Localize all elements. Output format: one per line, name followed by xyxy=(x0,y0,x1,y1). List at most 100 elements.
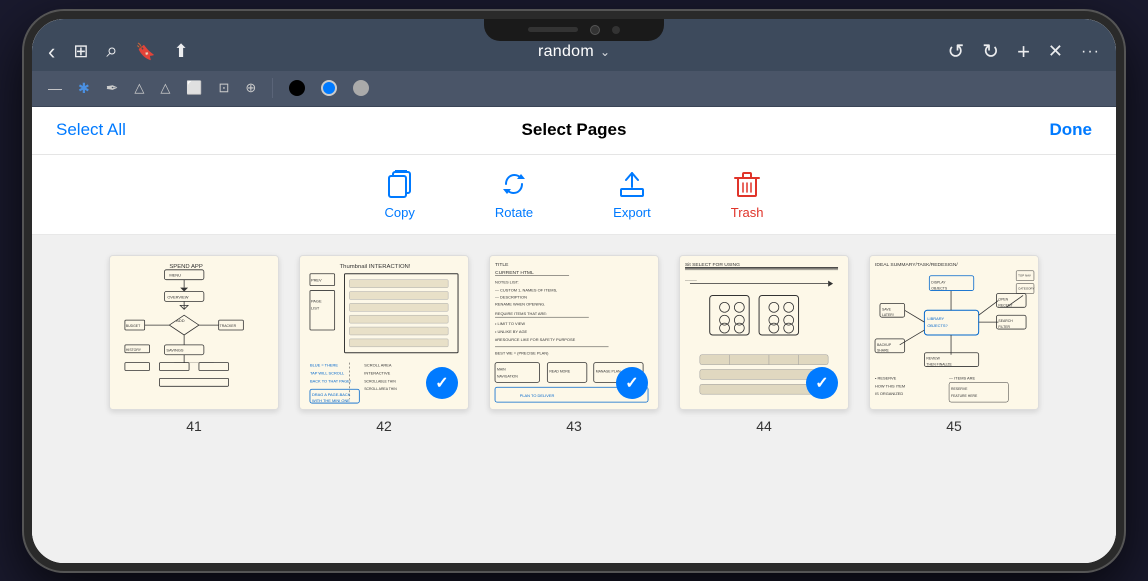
svg-text:TAP WILL SCROLL: TAP WILL SCROLL xyxy=(310,370,345,375)
copy-icon xyxy=(385,169,415,199)
page-thumbnail-42[interactable]: Thumbnail INTERACTION! PREV PAGE LIST xyxy=(299,255,469,410)
page-thumbnail-41[interactable]: SPEND APP xyxy=(109,255,279,410)
close-button[interactable]: ✕ xyxy=(1048,41,1063,62)
page-selected-43: ✓ xyxy=(616,367,648,399)
svg-text:INTERACTIVE: INTERACTIVE xyxy=(364,370,390,375)
svg-text:MENU: MENU xyxy=(169,272,181,277)
highlight-tool[interactable]: △ xyxy=(134,80,144,96)
svg-text:CURRENT HTML: CURRENT HTML xyxy=(495,269,534,275)
back-button[interactable]: ‹ xyxy=(48,39,55,65)
page-thumbnail-44[interactable]: Sit SELECT FOR USING ——— xyxy=(679,255,849,410)
svg-text:DRAG A PAGE-BACK: DRAG A PAGE-BACK xyxy=(312,392,351,397)
svg-text:BACKUP: BACKUP xyxy=(877,342,892,346)
page-selected-44: ✓ xyxy=(806,367,838,399)
svg-text:— CUSTOM 1, NAMES OF ITEMS,: — CUSTOM 1, NAMES OF ITEMS, xyxy=(495,287,557,292)
notch-indicator xyxy=(612,26,620,34)
undo-button[interactable]: ↺ xyxy=(948,39,965,64)
svg-text:TOP NAV: TOP NAV xyxy=(1018,273,1031,277)
page-number-41: 41 xyxy=(186,418,202,434)
shape-tool[interactable]: △ xyxy=(160,80,170,96)
done-button[interactable]: Done xyxy=(1050,120,1093,140)
separator xyxy=(272,78,273,98)
notebook-title: random xyxy=(538,43,594,61)
top-bar-center: random ⌄ xyxy=(538,43,610,61)
lasso-tool[interactable]: ⊕ xyxy=(245,80,256,96)
trash-label: Trash xyxy=(731,205,764,220)
rect-tool[interactable]: ⬜ xyxy=(186,80,202,96)
rotate-label: Rotate xyxy=(495,205,533,220)
page-sketch-41: SPEND APP xyxy=(110,256,278,409)
svg-text:DISPLAY: DISPLAY xyxy=(931,280,946,284)
svg-text:SPEND APP: SPEND APP xyxy=(169,263,203,269)
page-item-43[interactable]: TITLE CURRENT HTML NOTES LIST: — CUSTOM … xyxy=(489,255,659,434)
svg-text:Sit SELECT FOR USING: Sit SELECT FOR USING xyxy=(685,261,740,267)
action-toolbar: Copy Rotate Export xyxy=(32,155,1116,235)
redo-button[interactable]: ↻ xyxy=(982,39,999,64)
page-thumbnail-43[interactable]: TITLE CURRENT HTML NOTES LIST: — CUSTOM … xyxy=(489,255,659,410)
svg-text:HOW THIS ITEM: HOW THIS ITEM xyxy=(875,383,905,388)
svg-text:BUDGET: BUDGET xyxy=(126,324,141,328)
rotate-action[interactable]: Rotate xyxy=(495,169,533,220)
select-all-button[interactable]: Select All xyxy=(56,120,126,140)
color-gray[interactable] xyxy=(353,80,369,96)
add-page-button[interactable]: + xyxy=(1017,39,1030,65)
notch-camera xyxy=(590,25,600,35)
svg-text:RENAME WHEN OPENING.: RENAME WHEN OPENING. xyxy=(495,301,545,306)
svg-text:SCROLL AREA THIN: SCROLL AREA THIN xyxy=(364,387,397,391)
share-button[interactable]: ⬆ xyxy=(174,41,189,62)
svg-text:MAIN: MAIN xyxy=(497,367,506,371)
grid-view-button[interactable]: ⊞ xyxy=(73,41,88,62)
svg-text:— DESCRIPTION: — DESCRIPTION xyxy=(495,294,527,299)
page-item-44[interactable]: Sit SELECT FOR USING ——— xyxy=(679,255,849,434)
svg-text:WITH THE MINI ONE: WITH THE MINI ONE xyxy=(312,398,350,403)
svg-text:SCROLLABLE THIN: SCROLLABLE THIN xyxy=(364,379,396,383)
page-number-45: 45 xyxy=(946,418,962,434)
svg-text:IDEAL SUMMARY/TASK/REDESIGN/: IDEAL SUMMARY/TASK/REDESIGN/ xyxy=(875,261,958,267)
pen-tool[interactable]: ✒ xyxy=(106,79,119,97)
drawing-toolbar: — ✱ ✒ △ △ ⬜ ⊡ ⊕ xyxy=(32,71,1116,107)
notch-speaker xyxy=(528,27,578,32)
svg-text:BEST WE = (PRECISE PLAN): BEST WE = (PRECISE PLAN) xyxy=(495,350,549,355)
eraser-tool[interactable]: — xyxy=(48,80,62,96)
export-label: Export xyxy=(613,205,651,220)
rotate-icon xyxy=(499,169,529,199)
pages-grid: SPEND APP xyxy=(32,235,1116,563)
trash-icon xyxy=(732,169,762,199)
page-selected-42: ✓ xyxy=(426,367,458,399)
search-button[interactable]: ⌕ xyxy=(106,40,117,63)
svg-text:OBJECTS: OBJECTS xyxy=(931,286,948,290)
copy-label: Copy xyxy=(385,205,415,220)
svg-text:MANAGE PLAN: MANAGE PLAN xyxy=(596,369,621,373)
page-thumbnail-45[interactable]: IDEAL SUMMARY/TASK/REDESIGN/ LIBRARY OBJ… xyxy=(869,255,1039,410)
svg-text:LATER!: LATER! xyxy=(882,313,894,317)
svg-text:SCROLL AREA: SCROLL AREA xyxy=(364,362,392,367)
svg-text:PREV: PREV xyxy=(311,277,322,282)
app-container: ‹ ⊞ ⌕ 🔖 ⬆ random ⌄ ↺ ↻ + ✕ ··· — ✱ ✒ xyxy=(32,19,1116,563)
copy-action[interactable]: Copy xyxy=(385,169,415,220)
svg-text:THEN FINALIZE: THEN FINALIZE xyxy=(926,362,952,366)
svg-text:• LIMIT TO VIEW: • LIMIT TO VIEW xyxy=(495,321,525,326)
svg-text:#RESOURCE LIKE FOR SAFETY PURP: #RESOURCE LIKE FOR SAFETY PURPOSE xyxy=(495,336,576,341)
svg-text:NOTES LIST:: NOTES LIST: xyxy=(495,279,519,284)
svg-text:SEARCH: SEARCH xyxy=(998,319,1013,323)
select-pages-title: Select Pages xyxy=(522,120,627,140)
page-item-42[interactable]: Thumbnail INTERACTION! PREV PAGE LIST xyxy=(299,255,469,434)
page-item-41[interactable]: SPEND APP xyxy=(109,255,279,434)
page-number-42: 42 xyxy=(376,418,392,434)
bookmark-button[interactable]: 🔖 xyxy=(136,42,156,62)
page-item-45[interactable]: IDEAL SUMMARY/TASK/REDESIGN/ LIBRARY OBJ… xyxy=(869,255,1039,434)
svg-text:IS ORGANIZED: IS ORGANIZED xyxy=(875,391,903,396)
color-blue-active[interactable] xyxy=(321,80,337,96)
more-button[interactable]: ··· xyxy=(1081,43,1100,61)
select-tool[interactable]: ⊡ xyxy=(219,80,230,96)
page-number-43: 43 xyxy=(566,418,582,434)
export-action[interactable]: Export xyxy=(613,169,651,220)
color-black[interactable] xyxy=(289,80,305,96)
svg-text:REQUIRE ITEMS THAT ARE:: REQUIRE ITEMS THAT ARE: xyxy=(495,311,547,316)
svg-text:READ MORE: READ MORE xyxy=(549,369,571,373)
svg-text:• UNLIKE BY AGE: • UNLIKE BY AGE xyxy=(495,328,528,333)
trash-action[interactable]: Trash xyxy=(731,169,764,220)
svg-text:LIST: LIST xyxy=(311,305,320,310)
svg-text:PAGE: PAGE xyxy=(311,298,322,303)
title-chevron-icon[interactable]: ⌄ xyxy=(600,45,610,59)
